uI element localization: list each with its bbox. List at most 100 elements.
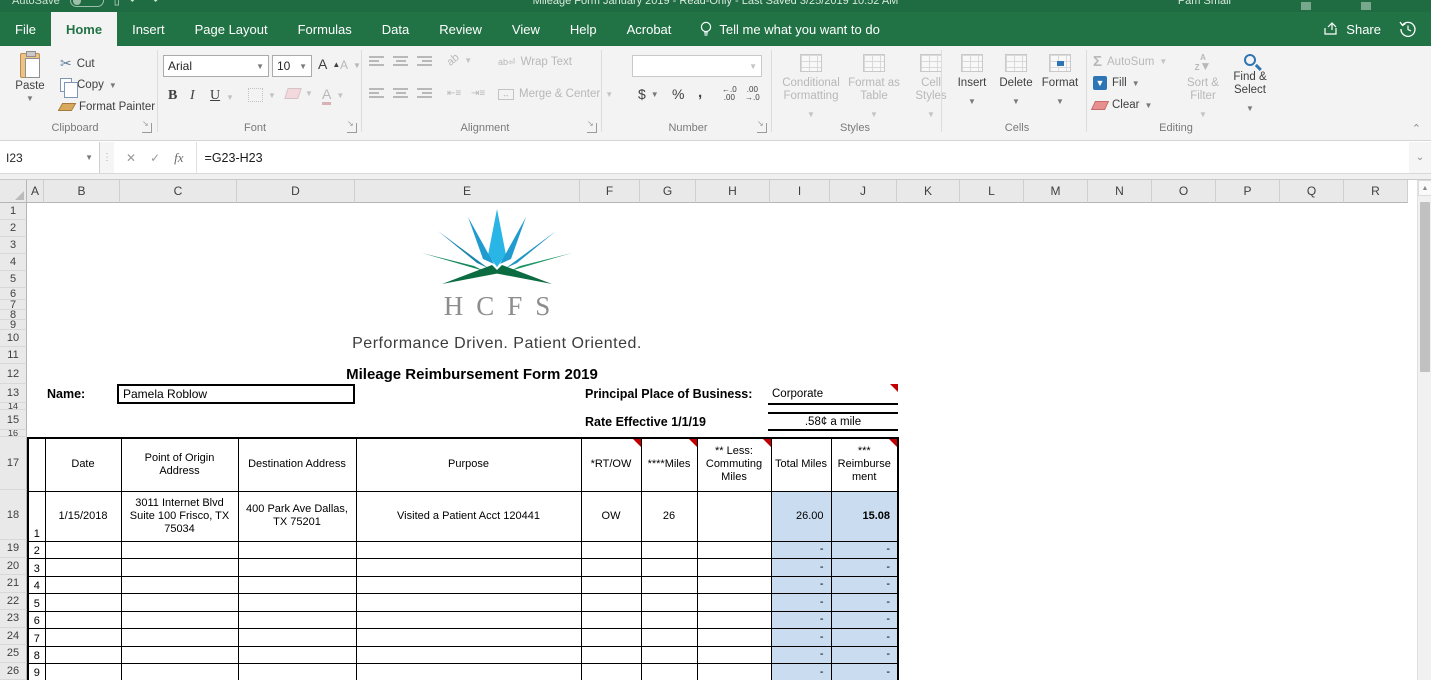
conditional-formatting-button[interactable]: Conditional Formatting▼ <box>780 54 842 121</box>
scroll-up-icon[interactable]: ▲ <box>1418 180 1431 196</box>
reimbursement-cell[interactable]: - <box>831 541 898 559</box>
paste-button[interactable]: Paste ▼ <box>8 53 52 125</box>
alignment-dialog-launcher[interactable] <box>587 123 597 133</box>
align-left-button[interactable] <box>369 88 384 98</box>
column-header[interactable]: A <box>27 180 44 203</box>
commuting-cell[interactable] <box>697 594 771 612</box>
reimbursement-cell[interactable]: - <box>831 664 898 680</box>
column-header[interactable]: P <box>1216 180 1280 203</box>
reimbursement-cell[interactable]: - <box>831 559 898 577</box>
purpose-cell[interactable] <box>356 646 581 664</box>
header-origin[interactable]: Point of Origin Address <box>121 438 238 491</box>
column-header[interactable]: B <box>44 180 120 203</box>
column-header[interactable]: L <box>960 180 1024 203</box>
fill-button[interactable]: ▼Fill▼ <box>1093 76 1140 90</box>
column-header[interactable]: K <box>897 180 960 203</box>
column-header[interactable]: M <box>1024 180 1088 203</box>
reimbursement-cell[interactable]: - <box>831 576 898 594</box>
row-number-cell[interactable]: 8 <box>28 646 45 664</box>
header-rownum[interactable] <box>28 438 45 491</box>
miles-cell[interactable] <box>641 646 697 664</box>
increase-indent-button[interactable]: ⇥≡ <box>471 88 485 99</box>
column-header[interactable]: D <box>237 180 355 203</box>
insert-cells-button[interactable]: Insert▼ <box>952 54 992 108</box>
purpose-cell[interactable] <box>356 541 581 559</box>
cut-button[interactable]: ✂Cut <box>60 55 95 72</box>
row-number-cell[interactable]: 6 <box>28 611 45 629</box>
ribbon-tab[interactable]: Data <box>367 12 424 46</box>
row-number-cell[interactable]: 4 <box>28 576 45 594</box>
row-header[interactable]: 1 <box>0 203 27 220</box>
collapse-ribbon-icon[interactable]: ⌃ <box>1412 122 1421 135</box>
destination-cell[interactable] <box>238 629 356 647</box>
number-dialog-launcher[interactable] <box>757 123 767 133</box>
underline-button[interactable]: U <box>210 88 220 104</box>
destination-cell[interactable] <box>238 664 356 680</box>
delete-cells-button[interactable]: Delete▼ <box>996 54 1036 108</box>
row-header[interactable]: 9 <box>0 320 27 330</box>
purpose-cell[interactable] <box>356 629 581 647</box>
increase-font-button[interactable]: A▲ <box>318 56 340 72</box>
header-date[interactable]: Date <box>45 438 121 491</box>
confirm-entry-icon[interactable]: ✓ <box>150 151 160 165</box>
origin-cell[interactable] <box>121 646 238 664</box>
name-box[interactable]: I23 ▼ <box>0 142 100 173</box>
destination-cell[interactable] <box>238 559 356 577</box>
font-color-button[interactable]: A▼ <box>322 86 344 105</box>
sort-filter-button[interactable]: AZ▼ Sort & Filter▼ <box>1180 54 1226 121</box>
ribbon-tab[interactable]: Help <box>555 12 612 46</box>
window-control[interactable] <box>1301 2 1311 10</box>
rtow-cell[interactable] <box>581 576 641 594</box>
rate-field[interactable]: .58¢ a mile <box>768 412 898 431</box>
row-header[interactable]: 16 <box>0 430 27 437</box>
miles-cell[interactable] <box>641 664 697 680</box>
row-header[interactable]: 7 <box>0 300 27 310</box>
date-cell[interactable] <box>45 559 121 577</box>
font-name-combobox[interactable]: Arial▼ <box>163 55 269 77</box>
accounting-format-button[interactable]: $▼ <box>638 86 659 102</box>
row-header[interactable]: 19 <box>0 540 27 558</box>
date-cell[interactable] <box>45 629 121 647</box>
comma-style-button[interactable]: , <box>698 84 702 101</box>
ribbon-tab[interactable]: File <box>0 12 51 46</box>
purpose-cell[interactable] <box>356 664 581 680</box>
fill-color-button[interactable]: ▼ <box>286 88 313 99</box>
row-header[interactable]: 13 <box>0 384 27 403</box>
row-header[interactable]: 14 <box>0 403 27 410</box>
column-header[interactable]: G <box>640 180 696 203</box>
origin-cell[interactable]: 3011 Internet Blvd Suite 100 Frisco, TX … <box>121 491 238 541</box>
format-cells-button[interactable]: Format▼ <box>1038 54 1082 108</box>
rtow-cell[interactable] <box>581 664 641 680</box>
total-miles-cell[interactable]: - <box>771 576 831 594</box>
name-field[interactable]: Pamela Roblow <box>117 384 355 404</box>
percent-style-button[interactable]: % <box>672 86 684 102</box>
column-header[interactable]: J <box>830 180 897 203</box>
commuting-cell[interactable] <box>697 611 771 629</box>
orientation-button[interactable]: ab▼ <box>447 54 472 66</box>
purpose-cell[interactable] <box>356 594 581 612</box>
commuting-cell[interactable] <box>697 576 771 594</box>
cancel-entry-icon[interactable]: ✕ <box>126 151 136 165</box>
number-format-combobox[interactable]: ▼ <box>632 55 762 77</box>
decrease-decimal-button[interactable]: .00→.0 <box>745 86 760 102</box>
commuting-cell[interactable] <box>697 664 771 680</box>
row-header[interactable]: 3 <box>0 237 27 254</box>
ribbon-tab[interactable]: View <box>497 12 555 46</box>
row-header[interactable]: 18 <box>0 490 27 540</box>
header-purpose[interactable]: Purpose <box>356 438 581 491</box>
origin-cell[interactable] <box>121 594 238 612</box>
destination-cell[interactable] <box>238 646 356 664</box>
wrap-text-button[interactable]: ab⏎Wrap Text <box>498 56 572 68</box>
underline-dropdown[interactable]: ▼ <box>226 93 234 102</box>
header-destination[interactable]: Destination Address <box>238 438 356 491</box>
header-total-miles[interactable]: Total Miles <box>771 438 831 491</box>
purpose-cell[interactable] <box>356 576 581 594</box>
commuting-cell[interactable] <box>697 559 771 577</box>
align-right-button[interactable] <box>417 88 432 98</box>
total-miles-cell[interactable]: - <box>771 541 831 559</box>
purpose-cell[interactable]: Visited a Patient Acct 120441 <box>356 491 581 541</box>
clipboard-dialog-launcher[interactable] <box>142 123 152 133</box>
select-all-corner[interactable] <box>0 180 27 203</box>
find-select-button[interactable]: Find & Select▼ <box>1226 54 1274 115</box>
date-cell[interactable]: 1/15/2018 <box>45 491 121 541</box>
